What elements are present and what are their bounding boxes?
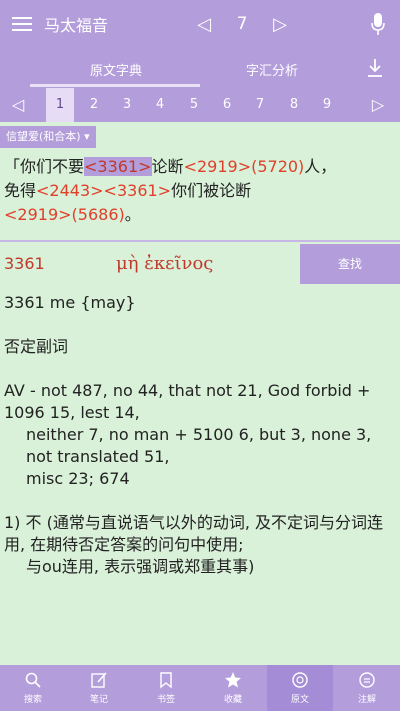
verse-item-5[interactable]: 5 — [180, 88, 208, 122]
download-icon[interactable] — [366, 57, 384, 79]
nav-notes[interactable]: 笔记 — [66, 665, 132, 711]
nav-label: 书签 — [156, 695, 175, 705]
annotation-icon — [359, 672, 375, 688]
original-text-icon — [292, 672, 308, 688]
bookmark-icon — [160, 672, 172, 689]
nav-label: 注解 — [357, 695, 376, 705]
active-tab-indicator — [30, 84, 200, 87]
nav-original-text[interactable]: 原文 — [267, 665, 333, 711]
av-line: misc 23; 674 — [26, 469, 130, 488]
lexicon-header: 3361 μὴ ἐκεῖνος 查找 — [0, 244, 400, 286]
greek-word: μὴ ἐκεῖνος — [116, 253, 214, 274]
search-icon — [25, 672, 41, 688]
verse-segment: 。 — [124, 205, 141, 224]
verse-item-8[interactable]: 8 — [280, 88, 308, 122]
version-dropdown[interactable]: 信望爱(和合本) ▾ — [0, 126, 96, 148]
av-usage: AV - not 487, no 44, that not 21, God fo… — [4, 380, 398, 490]
star-icon — [225, 672, 241, 688]
top-app-bar: 马太福音 ◁ 7 ▷ — [0, 0, 400, 48]
nav-bookmarks[interactable]: 书签 — [133, 665, 199, 711]
verse-segment: 人， — [304, 157, 337, 176]
nav-label: 收藏 — [223, 695, 242, 705]
chapter-number[interactable]: 7 — [224, 14, 260, 34]
nav-label: 原文 — [290, 695, 309, 705]
verse-text: 「你们不要<3361>论断<2919>(5720)人， 免得<2443><336… — [4, 155, 396, 227]
av-line: neither 7, no man + 5100 6, but 3, none … — [26, 425, 372, 466]
prev-chapter-button[interactable]: ◁ — [184, 14, 224, 35]
verse-item-7[interactable]: 7 — [246, 88, 274, 122]
note-icon — [91, 672, 107, 688]
bottom-navigation: 搜索 笔记 书签 收藏 原文 注解 — [0, 665, 400, 711]
tab-original-dictionary[interactable]: 原文字典 — [90, 60, 142, 79]
verse-item-4[interactable]: 4 — [146, 88, 174, 122]
strongs-number: 3361 — [4, 254, 45, 273]
next-chapter-button[interactable]: ▷ — [260, 14, 300, 35]
book-title[interactable]: 马太福音 — [44, 12, 184, 36]
lexicon-line: 3361 me {may} — [4, 293, 136, 312]
verse-item-3[interactable]: 3 — [113, 88, 141, 122]
definition: 1) 不 (通常与直说语气以外的动词, 及不定词与分词连用, 在期待否定答案的问… — [4, 512, 398, 578]
nav-annotations[interactable]: 注解 — [334, 665, 400, 711]
version-row: 信望爱(和合本) ▾ — [0, 122, 400, 152]
verse-item-1[interactable]: 1 — [46, 88, 74, 122]
tab-vocabulary-analysis[interactable]: 字汇分析 — [246, 60, 298, 79]
strongs-reference-selected[interactable]: <3361> — [84, 157, 152, 176]
strongs-reference[interactable]: <2443><3361> — [36, 181, 171, 200]
verse-prev-button[interactable]: ◁ — [6, 88, 30, 122]
verse-item-2[interactable]: 2 — [80, 88, 108, 122]
definition-line: 与ou连用, 表示强调或郑重其事) — [26, 557, 255, 576]
verse-item-9[interactable]: 9 — [313, 88, 341, 122]
verse-segment: 论断 — [151, 157, 184, 176]
verse-segment: 「你们不要 — [4, 157, 85, 176]
verse-item-6[interactable]: 6 — [213, 88, 241, 122]
nav-favorites[interactable]: 收藏 — [200, 665, 266, 711]
part-of-speech: 否定副词 — [4, 337, 69, 356]
av-line: AV - not 487, no 44, that not 21, God fo… — [4, 381, 371, 422]
microphone-icon[interactable] — [370, 12, 386, 36]
nav-label: 笔记 — [89, 695, 108, 705]
definition-line: 1) 不 (通常与直说语气以外的动词, 及不定词与分词连用, 在期待否定答案的问… — [4, 513, 384, 554]
lexicon-entry: 3361 me {may} 否定副词 AV - not 487, no 44, … — [4, 292, 398, 578]
verse-segment: 你们被论断 — [171, 181, 252, 200]
strongs-reference[interactable]: <2919>(5686) — [4, 205, 125, 224]
verse-next-button[interactable]: ▷ — [366, 88, 390, 122]
strongs-reference[interactable]: <2919>(5720) — [184, 157, 305, 176]
tab-bar: 原文字典 字汇分析 — [0, 48, 400, 88]
section-divider — [0, 240, 400, 242]
search-button[interactable]: 查找 — [300, 244, 400, 284]
verse-segment: 免得 — [4, 181, 37, 200]
verse-selector-bar: ◁ 1 2 3 4 5 6 7 8 9 ▷ — [0, 88, 400, 122]
menu-icon[interactable] — [0, 0, 44, 48]
nav-label: 搜索 — [23, 695, 42, 705]
nav-search[interactable]: 搜索 — [0, 665, 66, 711]
